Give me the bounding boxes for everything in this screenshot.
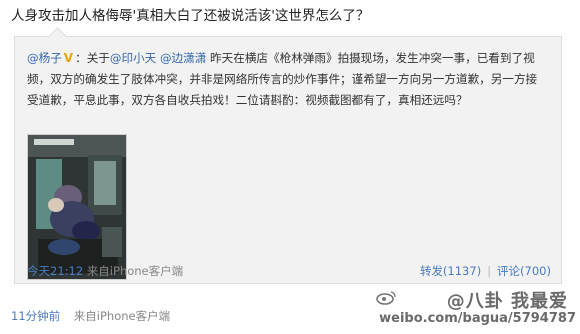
repost-card: @杨子 V ：关于@印小天 @边潇潇 昨天在横店《枪林弹雨》拍摄现场，发生冲突一事，… [14,27,562,284]
repost-actions: 转发(1137) | 评论(700) [420,263,551,279]
watermark: @八卦 我最爱 weibo.com/bagua/5794787 [376,285,576,331]
verified-icon: V [63,51,74,65]
repost-author-link[interactable]: @杨子 [27,51,62,65]
video-screenshot-thumbnail[interactable] [27,134,127,280]
weibo-logo-icon [376,291,396,305]
repost-footer: 今天21:12 来自iPhone客户端 转发(1137) | 评论(700) [27,263,551,281]
forward-link[interactable]: 转发(1137) [420,264,481,278]
repost-pointer [48,27,67,46]
watermark-url: weibo.com/bagua/5794787 [379,311,576,326]
watermark-handle: @八卦 我最爱 [446,291,568,312]
mention-link-bian[interactable]: @边潇潇 [160,51,206,65]
repost-time-link[interactable]: 今天21:12 [27,264,83,278]
post-source: 来自iPhone客户端 [73,309,171,323]
comment-link[interactable]: 评论(700) [497,264,551,278]
post-text: 人身攻击加人格侮辱'真相大白了还被说活该'这世界怎么了？ [11,8,370,24]
mention-link-yin[interactable]: @印小天 [110,51,156,65]
thumbnail-image [28,135,126,279]
repost-prefix: ：关于 [75,51,110,65]
action-divider: | [487,264,492,278]
repost-text: @杨子 V ：关于@印小天 @边潇潇 昨天在横店《枪林弹雨》拍摄现场，发生冲突一事，… [27,48,547,111]
post-time-link[interactable]: 11分钟前 [11,309,60,323]
repost-source: 来自iPhone客户端 [86,264,184,278]
